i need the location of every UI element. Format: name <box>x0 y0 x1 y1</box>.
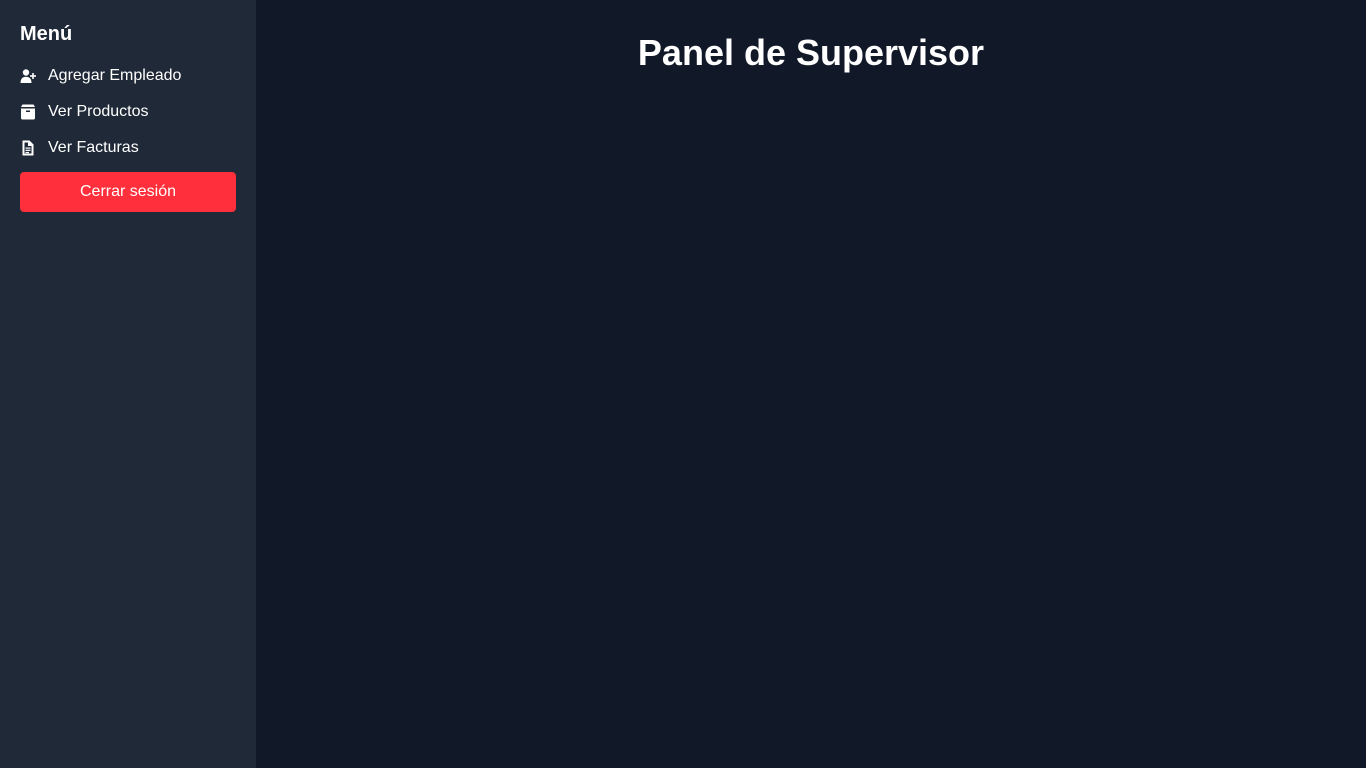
sidebar-item-label: Ver Facturas <box>48 139 139 156</box>
page-title: Panel de Supervisor <box>637 32 985 73</box>
logout-button[interactable]: Cerrar sesión <box>20 172 236 212</box>
main-content: Panel de Supervisor <box>256 0 1366 768</box>
app-window: Menú Agregar Empleado Ver Productos Ver … <box>0 0 1366 768</box>
sidebar-item-agregar-empleado[interactable]: Agregar Empleado <box>20 64 236 88</box>
sidebar-nav: Agregar Empleado Ver Productos Ver Factu… <box>20 64 236 160</box>
sidebar-title: Menú <box>20 23 73 45</box>
file-invoice-icon <box>20 140 36 156</box>
sidebar-item-label: Agregar Empleado <box>48 67 182 84</box>
box-icon <box>20 104 36 120</box>
sidebar-item-ver-facturas[interactable]: Ver Facturas <box>20 136 236 160</box>
sidebar: Menú Agregar Empleado Ver Productos Ver … <box>0 0 256 768</box>
user-plus-icon <box>20 68 36 84</box>
sidebar-item-ver-productos[interactable]: Ver Productos <box>20 100 236 124</box>
sidebar-item-label: Ver Productos <box>48 103 149 120</box>
